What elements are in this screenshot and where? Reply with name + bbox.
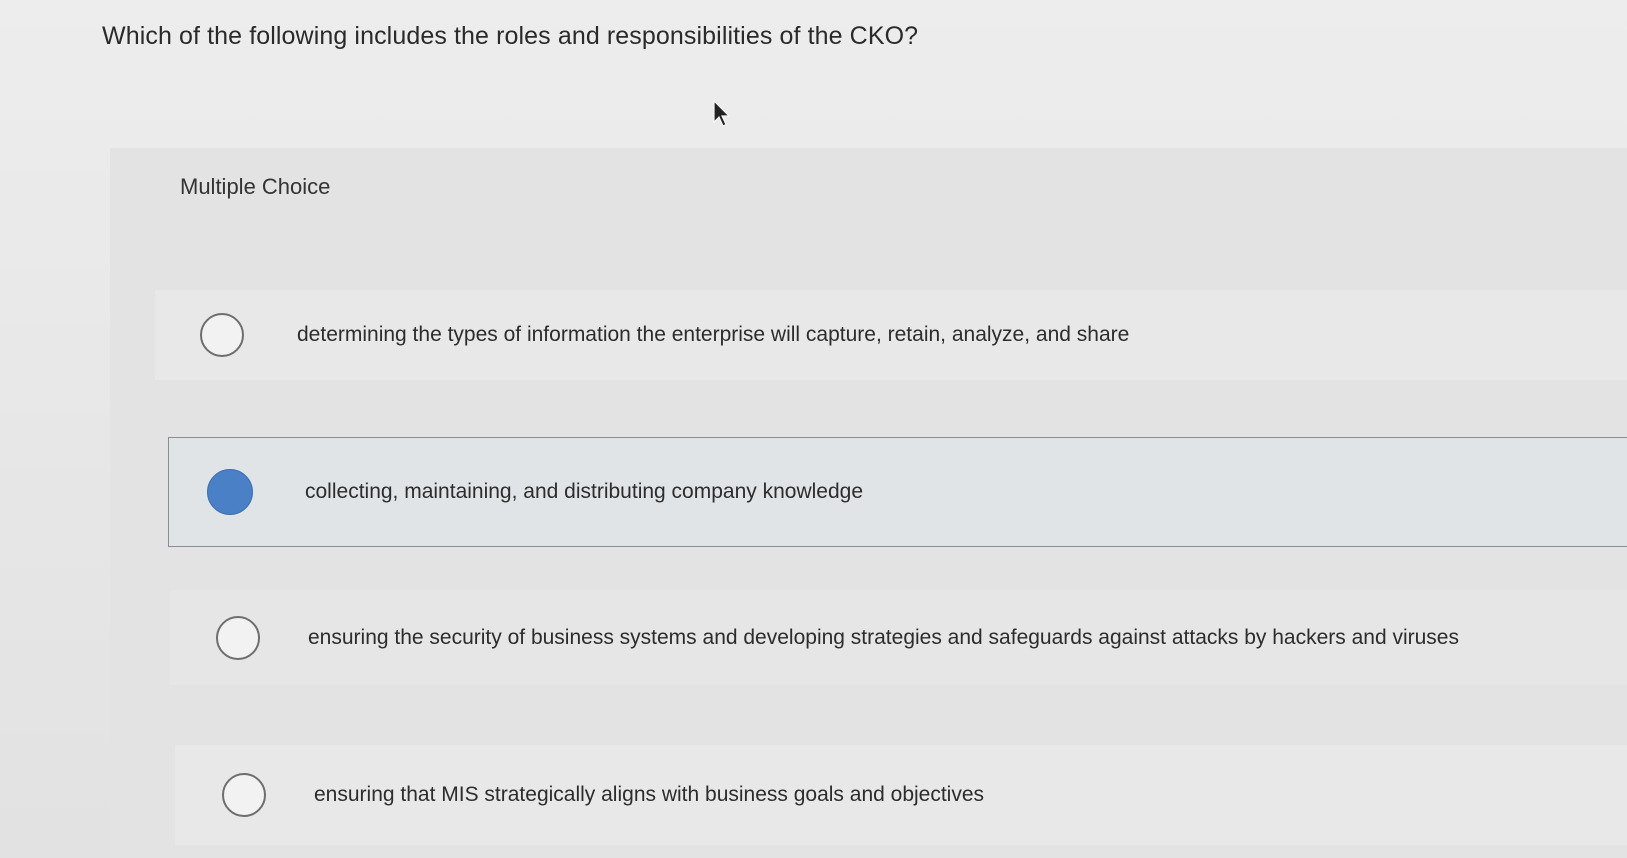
- radio-unchecked-icon[interactable]: [216, 615, 260, 660]
- answer-option-2-text: collecting, maintaining, and distributin…: [305, 480, 863, 503]
- radio-unchecked-icon[interactable]: [222, 773, 266, 817]
- answer-option-1[interactable]: determining the types of information the…: [155, 290, 1627, 380]
- question-text: Which of the following includes the role…: [102, 22, 919, 50]
- answer-option-3[interactable]: ensuring the security of business system…: [170, 590, 1627, 685]
- mouse-pointer-icon: [713, 100, 731, 127]
- answer-option-2[interactable]: collecting, maintaining, and distributin…: [168, 437, 1627, 547]
- quiz-page: Which of the following includes the role…: [0, 0, 1627, 858]
- answer-option-4[interactable]: ensuring that MIS strategically aligns w…: [175, 745, 1627, 845]
- answer-option-3-text: ensuring the security of business system…: [308, 625, 1459, 649]
- radio-checked-icon[interactable]: [207, 469, 253, 515]
- radio-unchecked-icon[interactable]: [200, 313, 244, 357]
- answer-option-1-text: determining the types of information the…: [297, 323, 1130, 346]
- answer-option-4-text: ensuring that MIS strategically aligns w…: [314, 783, 985, 806]
- multiple-choice-label: Multiple Choice: [180, 174, 331, 199]
